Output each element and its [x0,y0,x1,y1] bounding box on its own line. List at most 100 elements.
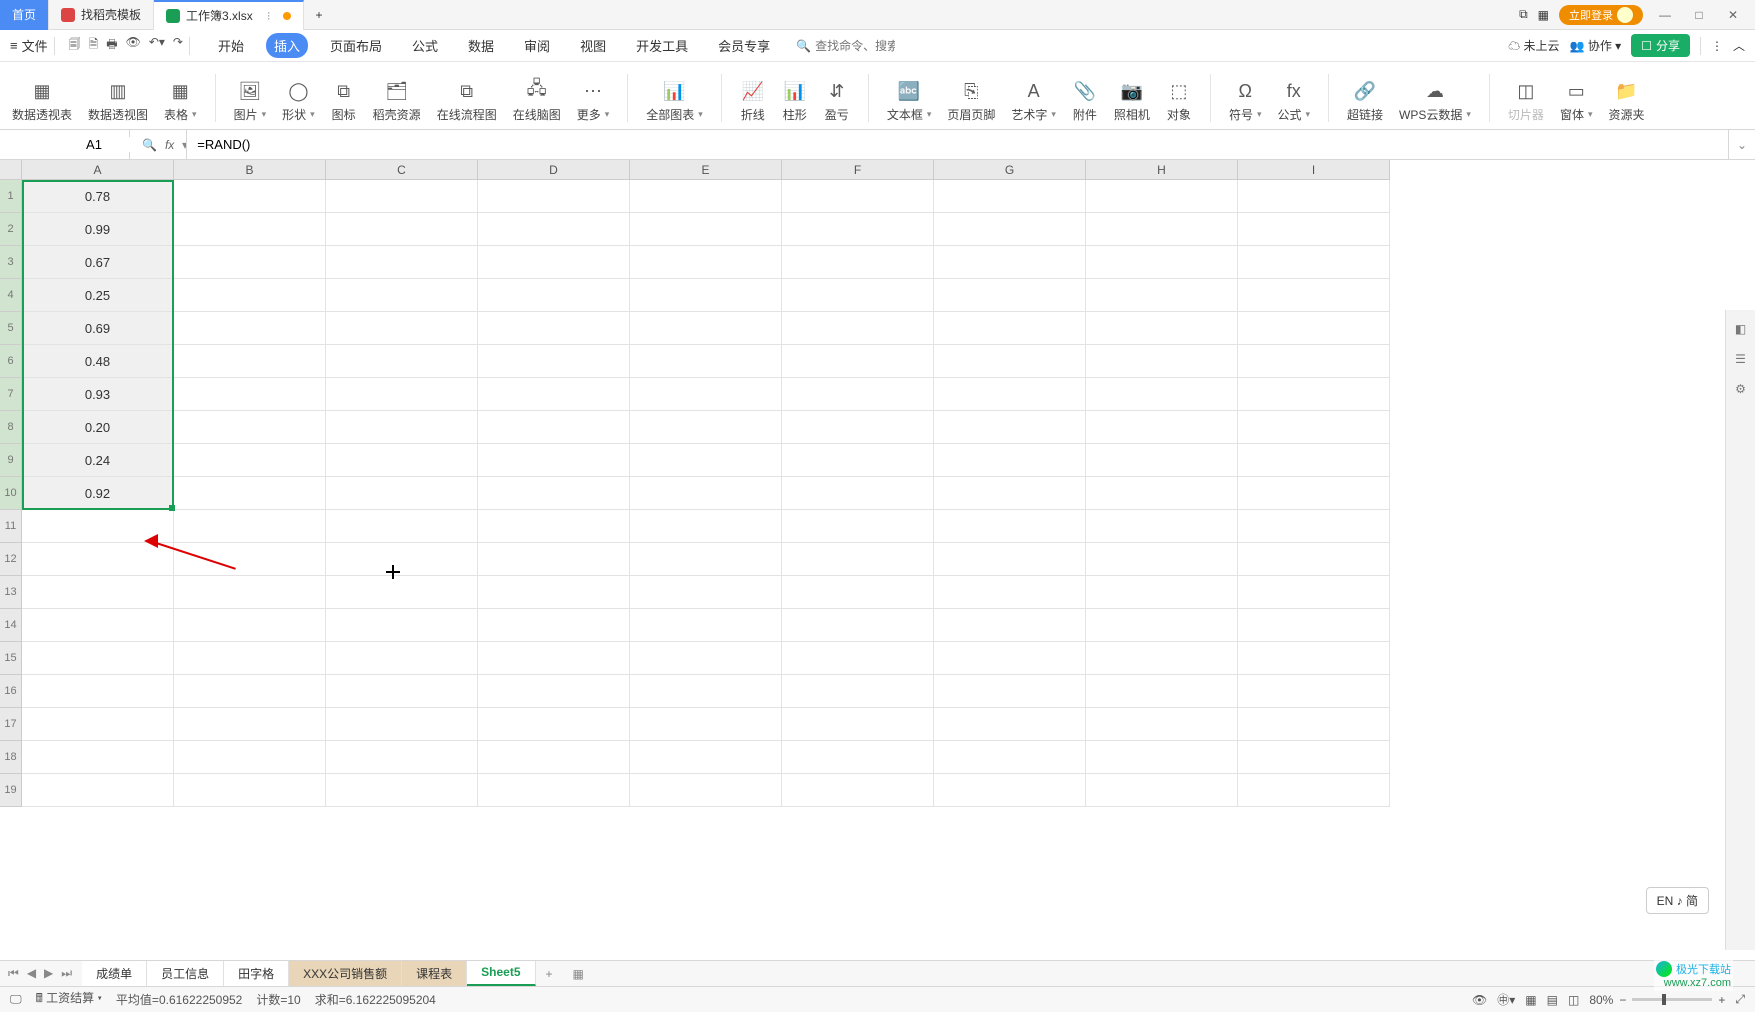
row-header-3[interactable]: 3 [0,246,22,279]
cell-E3[interactable] [630,246,782,279]
tab-home[interactable]: 首页 [0,0,49,30]
row-header-19[interactable]: 19 [0,774,22,807]
undo-icon[interactable]: ↶▾ [149,35,165,56]
lang-icon[interactable]: ㊥▾ [1497,991,1515,1008]
menu-tab-8[interactable]: 会员专享 [710,33,778,58]
cell-I12[interactable] [1238,543,1390,576]
ribbon-文本框[interactable]: 🔤文本框 [885,78,934,129]
cell-A7[interactable]: 0.93 [22,378,174,411]
grid-area[interactable]: ABCDEFGHI 10.7820.9930.6740.2550.6960.48… [0,160,1755,960]
ribbon-对象[interactable]: ⬚对象 [1164,78,1194,129]
sheet-tab-4[interactable]: 课程表 [402,961,467,986]
window-close-icon[interactable]: ✕ [1721,3,1745,27]
cell-I8[interactable] [1238,411,1390,444]
menu-tab-1[interactable]: 插入 [266,33,308,58]
ribbon-WPS云数据[interactable]: ☁WPS云数据 [1397,78,1473,129]
cell-G16[interactable] [934,675,1086,708]
cell-E14[interactable] [630,609,782,642]
cell-D16[interactable] [478,675,630,708]
cell-E16[interactable] [630,675,782,708]
print-icon[interactable]: 🖶 [106,35,117,56]
col-header-I[interactable]: I [1238,160,1390,180]
cell-H5[interactable] [1086,312,1238,345]
cell-A9[interactable]: 0.24 [22,444,174,477]
cell-C5[interactable] [326,312,478,345]
status-calc[interactable]: 🖩 工资结算 ▾ [36,989,102,1010]
row-header-6[interactable]: 6 [0,345,22,378]
sheet-add-button[interactable]: + [536,963,563,985]
col-header-D[interactable]: D [478,160,630,180]
cell-B3[interactable] [174,246,326,279]
ribbon-全部图表[interactable]: 📊全部图表 [644,78,705,129]
zoom-fx-icon[interactable]: 🔍 [142,138,157,152]
cell-A18[interactable] [22,741,174,774]
menu-tab-2[interactable]: 页面布局 [322,33,390,58]
cell-D8[interactable] [478,411,630,444]
menu-tab-3[interactable]: 公式 [404,33,446,58]
side-select-icon[interactable]: ☰ [1735,352,1746,366]
cell-E9[interactable] [630,444,782,477]
sheet-tab-3[interactable]: XXX公司销售额 [289,961,402,986]
cell-H11[interactable] [1086,510,1238,543]
cell-C17[interactable] [326,708,478,741]
cell-F9[interactable] [782,444,934,477]
zoom-slider[interactable] [1632,998,1712,1001]
window-maximize-icon[interactable]: □ [1687,3,1711,27]
ribbon-符号[interactable]: Ω符号 [1227,78,1264,129]
cell-E2[interactable] [630,213,782,246]
cell-F4[interactable] [782,279,934,312]
cell-A2[interactable]: 0.99 [22,213,174,246]
cell-B13[interactable] [174,576,326,609]
cell-G15[interactable] [934,642,1086,675]
cell-H1[interactable] [1086,180,1238,213]
ribbon-柱形[interactable]: 📊柱形 [780,78,810,129]
sheet-next-icon[interactable]: ▶ [44,966,53,981]
ribbon-资源夹[interactable]: 📁资源夹 [1606,78,1646,129]
fx-icon[interactable]: fx [165,138,174,152]
cell-E1[interactable] [630,180,782,213]
cell-C14[interactable] [326,609,478,642]
sheet-list-button[interactable]: ▦ [563,963,594,985]
cell-I10[interactable] [1238,477,1390,510]
ribbon-窗体[interactable]: ▭窗体 [1558,78,1595,129]
cell-F16[interactable] [782,675,934,708]
cell-A4[interactable]: 0.25 [22,279,174,312]
side-settings-icon[interactable]: ⚙ [1735,382,1746,396]
cell-D2[interactable] [478,213,630,246]
cell-F1[interactable] [782,180,934,213]
cell-H16[interactable] [1086,675,1238,708]
cell-H17[interactable] [1086,708,1238,741]
cell-A15[interactable] [22,642,174,675]
cell-H18[interactable] [1086,741,1238,774]
row-header-7[interactable]: 7 [0,378,22,411]
cell-I1[interactable] [1238,180,1390,213]
cell-E6[interactable] [630,345,782,378]
cell-I5[interactable] [1238,312,1390,345]
redo-icon[interactable]: ↷ [173,35,183,56]
cell-D15[interactable] [478,642,630,675]
cell-D12[interactable] [478,543,630,576]
ribbon-更多[interactable]: ⋯更多 [575,78,612,129]
cell-F13[interactable] [782,576,934,609]
cell-E11[interactable] [630,510,782,543]
login-button[interactable]: 立即登录 [1559,5,1643,25]
row-header-8[interactable]: 8 [0,411,22,444]
cell-G1[interactable] [934,180,1086,213]
cell-B11[interactable] [174,510,326,543]
cell-C19[interactable] [326,774,478,807]
cell-E12[interactable] [630,543,782,576]
cell-C15[interactable] [326,642,478,675]
tab-workbook[interactable]: 工作簿3.xlsx ⁝ [154,0,304,30]
row-header-12[interactable]: 12 [0,543,22,576]
row-header-17[interactable]: 17 [0,708,22,741]
cell-I17[interactable] [1238,708,1390,741]
cell-A10[interactable]: 0.92 [22,477,174,510]
saveas-icon[interactable]: 🗎 [89,35,99,56]
cell-G12[interactable] [934,543,1086,576]
name-box[interactable]: ▾ [0,130,130,159]
cell-D11[interactable] [478,510,630,543]
row-header-2[interactable]: 2 [0,213,22,246]
cell-D5[interactable] [478,312,630,345]
cell-G7[interactable] [934,378,1086,411]
cell-I15[interactable] [1238,642,1390,675]
